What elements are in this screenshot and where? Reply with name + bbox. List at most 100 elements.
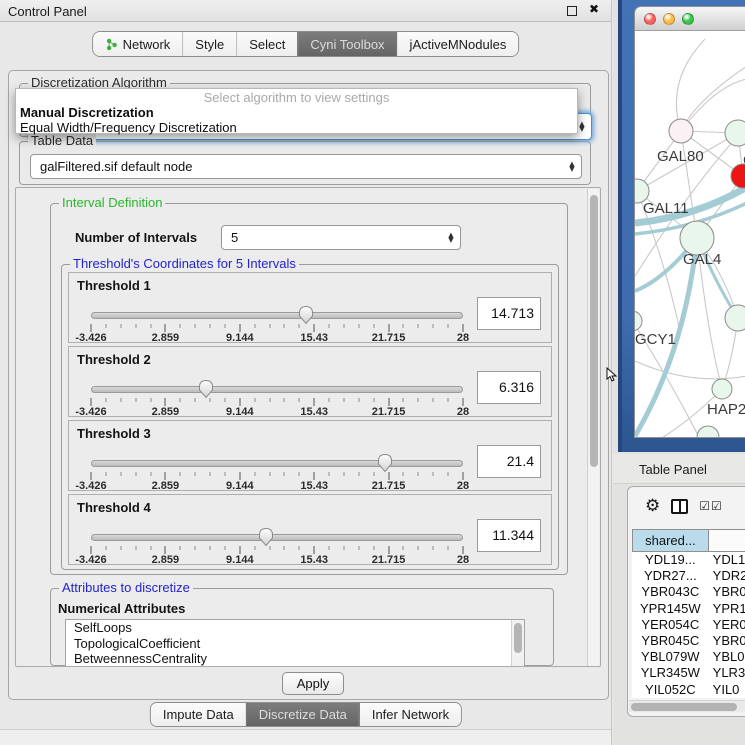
bottom-tab-bar: Impute Data Discretize Data Infer Network <box>150 702 462 727</box>
gear-icon[interactable]: ⚙ <box>645 498 660 515</box>
tick-label: 2.859 <box>152 406 180 418</box>
spinner-arrows-icon[interactable]: ▲▼ <box>442 233 460 243</box>
table-row[interactable]: YBL079WYBL0 <box>632 649 745 665</box>
table-horizontal-scrollbar[interactable] <box>629 700 745 712</box>
threshold-value-field[interactable]: 14.713 <box>477 297 541 330</box>
column-header-1[interactable]: shared... <box>632 529 709 552</box>
network-edge[interactable] <box>676 39 705 131</box>
combo-arrows-icon[interactable]: ▲▼ <box>563 162 581 172</box>
network-node[interactable] <box>725 305 745 331</box>
tick-label: 15.43 <box>300 332 328 344</box>
network-node[interactable] <box>635 311 642 331</box>
network-node[interactable] <box>725 120 745 146</box>
attribute-item-topologicalcoefficient[interactable]: TopologicalCoefficient <box>66 636 524 652</box>
node-label-hap2: HAP2 <box>707 401 745 418</box>
tab-label: Impute Data <box>163 707 234 722</box>
control-panel-window: Control Panel ✖ NetworkStyleSelectCyni T… <box>0 0 612 745</box>
table-cell: YDR27... <box>632 568 709 584</box>
network-canvas[interactable]: GAL80GACGAL11GAL4GCY1HHAP2 <box>635 31 745 438</box>
apply-button[interactable]: Apply <box>282 672 344 695</box>
tab-infer-network[interactable]: Infer Network <box>359 703 461 726</box>
threshold-slider[interactable]: -3.4262.8599.14415.4321.71528 <box>91 527 463 565</box>
tab-select[interactable]: Select <box>236 32 297 56</box>
table-row[interactable]: YBR043CYBR0 <box>632 584 745 600</box>
attributes-group: Attributes to discretize Numerical Attri… <box>50 588 554 666</box>
list-scrollbar[interactable] <box>511 620 524 667</box>
network-node[interactable] <box>669 119 693 143</box>
attribute-item-betweennesscentrality[interactable]: BetweennessCentrality <box>66 651 524 667</box>
tab-cyni-toolbox[interactable]: Cyni Toolbox <box>297 32 396 56</box>
table-cell: YLR345W <box>632 665 709 681</box>
tab-style[interactable]: Style <box>182 32 236 56</box>
table-cell: YBR045C <box>632 633 709 649</box>
threshold-value-field[interactable]: 6.316 <box>477 371 541 404</box>
tab-label: Cyni Toolbox <box>310 37 384 52</box>
tick-label: 21.715 <box>372 554 406 566</box>
dropdown-placeholder: Select algorithm to view settings <box>16 89 577 105</box>
network-edge[interactable] <box>635 361 745 379</box>
tick-label: 2.859 <box>152 554 180 566</box>
threshold-label: Threshold 3 <box>77 426 151 441</box>
mac-zoom-icon[interactable] <box>682 13 694 25</box>
attribute-item-selfloops[interactable]: SelfLoops <box>66 620 524 636</box>
threshold-label: Threshold 1 <box>77 278 151 293</box>
mac-close-icon[interactable] <box>644 13 656 25</box>
threshold-value-field[interactable]: 21.4 <box>477 445 541 478</box>
close-icon[interactable]: ✖ <box>589 2 599 16</box>
panel-scrollbar[interactable] <box>587 189 599 667</box>
table-row[interactable]: YER054CYER0 <box>632 617 745 633</box>
tick-label: 9.144 <box>226 554 254 566</box>
table-cell: YDL1 <box>709 552 745 568</box>
threshold-label: Threshold 4 <box>77 500 151 515</box>
checkbox-icons[interactable]: ☑☑ <box>699 499 723 513</box>
network-node[interactable] <box>697 426 719 438</box>
tab-jactivemnodules[interactable]: jActiveMNodules <box>397 32 519 56</box>
network-node[interactable] <box>712 379 732 399</box>
tick-label: 15.43 <box>300 554 328 566</box>
mac-minimize-icon[interactable] <box>663 13 675 25</box>
numerical-attributes-list[interactable]: SelfLoopsTopologicalCoefficientBetweenne… <box>65 619 525 667</box>
column-header-2[interactable]: na <box>709 529 745 552</box>
tick-label: 28 <box>457 406 469 418</box>
threshold-value-field[interactable]: 11.344 <box>477 519 541 552</box>
columns-icon[interactable] <box>671 499 688 514</box>
group-title: Table Data <box>28 134 96 148</box>
threshold-slider[interactable]: -3.4262.8599.14415.4321.71528 <box>91 453 463 491</box>
table-row[interactable]: YLR345WYLR3 <box>632 665 745 681</box>
table-cell: YER0 <box>709 617 745 633</box>
threshold-label: Threshold 2 <box>77 352 151 367</box>
tab-network[interactable]: Network <box>93 32 183 56</box>
float-window-icon[interactable] <box>567 6 577 16</box>
network-window-titlebar <box>635 7 745 31</box>
table-row[interactable]: YIL052CYIL0 <box>632 682 745 698</box>
dropdown-option-manual-discretization[interactable]: Manual Discretization <box>16 105 577 120</box>
table-data-combobox[interactable]: galFiltered.sif default node ▲▼ <box>30 154 582 179</box>
dropdown-option-equal-width-frequency-discretization[interactable]: Equal Width/Frequency Discretization <box>16 120 577 135</box>
tab-label: Infer Network <box>372 707 449 722</box>
table-cell: YBL079W <box>632 649 709 665</box>
tick-label: 28 <box>457 332 469 344</box>
tick-label: 21.715 <box>372 480 406 492</box>
number-of-intervals-spinner[interactable]: 5 ▲▼ <box>221 225 461 250</box>
tick-label: -3.426 <box>75 332 106 344</box>
statusbar-strip <box>0 729 611 745</box>
network-view-frame: GAL80GACGAL11GAL4GCY1HHAP2 <box>618 0 745 452</box>
tab-label: Style <box>195 37 224 52</box>
threshold-slider[interactable]: -3.4262.8599.14415.4321.71528 <box>91 379 463 417</box>
threshold-rows: Threshold 1-3.4262.8599.14415.4321.71528… <box>62 272 558 565</box>
tab-discretize-data[interactable]: Discretize Data <box>246 703 359 726</box>
table-row[interactable]: YDR27...YDR2 <box>632 568 745 584</box>
tab-impute-data[interactable]: Impute Data <box>151 703 246 726</box>
network-node[interactable] <box>680 221 714 255</box>
threshold-slider[interactable]: -3.4262.8599.14415.4321.71528 <box>91 305 463 343</box>
threshold-row-3: Threshold 3-3.4262.8599.14415.4321.71528… <box>68 420 552 491</box>
table-row[interactable]: YPR145WYPR1 <box>632 601 745 617</box>
node-label-gal4: GAL4 <box>683 251 721 268</box>
thresholds-group: Threshold's Coordinates for 5 Intervals … <box>61 264 559 570</box>
tick-label: 15.43 <box>300 480 328 492</box>
algorithm-dropdown-popup: Select algorithm to view settings Manual… <box>15 88 578 134</box>
table-row[interactable]: YBR045CYBR0 <box>632 633 745 649</box>
tick-label: 15.43 <box>300 406 328 418</box>
table-row[interactable]: YDL19...YDL1 <box>632 552 745 568</box>
table-cell: YLR3 <box>709 665 745 681</box>
